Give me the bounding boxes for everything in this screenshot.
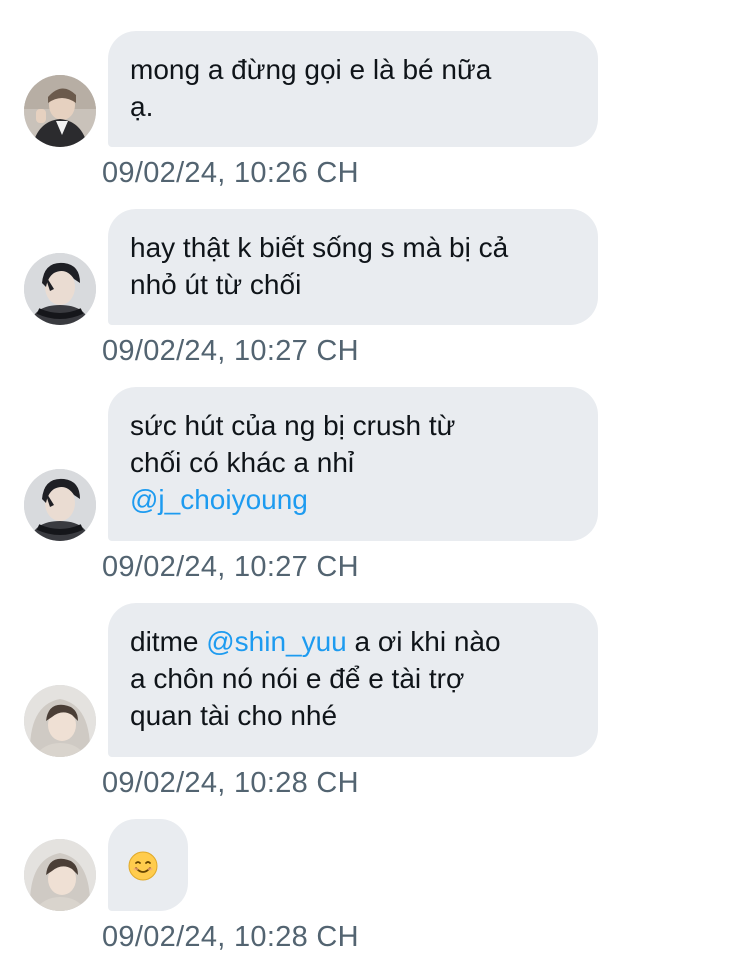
user-avatar-headphones-icon	[24, 469, 96, 541]
message-text-line: chối có khác a nhỉ	[130, 447, 355, 478]
message-text-line: hay thật k biết sống s mà bị cả	[130, 232, 509, 263]
avatar[interactable]	[24, 253, 96, 325]
mention-link[interactable]: @shin_yuu	[206, 626, 347, 657]
avatar[interactable]	[24, 685, 96, 757]
avatar[interactable]	[24, 469, 96, 541]
message-bubble[interactable]: mong a đừng gọi e là bé nữa ạ.	[108, 31, 598, 147]
user-avatar-hood-icon	[24, 839, 96, 911]
message-bubble[interactable]: hay thật k biết sống s mà bị cả nhỏ út t…	[108, 209, 598, 325]
message-timestamp: 09/02/24, 10:27 CH	[102, 551, 359, 583]
user-avatar-headphones-icon	[24, 253, 96, 325]
message-text-line: a chôn nó nói e để e tài trợ	[130, 663, 465, 694]
avatar[interactable]	[24, 839, 96, 911]
avatar[interactable]	[24, 75, 96, 147]
message-bubble[interactable]: sức hút của ng bị crush từ chối có khác …	[108, 387, 598, 541]
user-avatar-suit-icon	[24, 75, 96, 147]
message-text-line: mong a đừng gọi e là bé nữa	[130, 54, 492, 85]
smiling-face-emoji-icon	[128, 851, 158, 881]
mention-link[interactable]: @j_choiyoung	[130, 481, 576, 518]
message-bubble[interactable]: ditme @shin_yuu a ơi khi nào a chôn nó n…	[108, 603, 598, 757]
message-text-line: sức hút của ng bị crush từ	[130, 410, 456, 441]
message-timestamp: 09/02/24, 10:27 CH	[102, 335, 359, 367]
user-avatar-hood-icon	[24, 685, 96, 757]
message-timestamp: 09/02/24, 10:26 CH	[102, 157, 359, 189]
message-text-line: ditme @shin_yuu a ơi khi nào	[130, 623, 576, 660]
message-bubble[interactable]	[108, 819, 188, 911]
message-text: a ơi khi nào	[346, 626, 501, 657]
message-text-line: quan tài cho nhé	[130, 700, 338, 731]
message-text: ditme	[130, 626, 207, 657]
message-text-line: ạ.	[130, 91, 154, 122]
message-text-line: nhỏ út từ chối	[130, 269, 302, 300]
message-timestamp: 09/02/24, 10:28 CH	[102, 767, 359, 799]
message-timestamp: 09/02/24, 10:28 CH	[102, 921, 359, 953]
